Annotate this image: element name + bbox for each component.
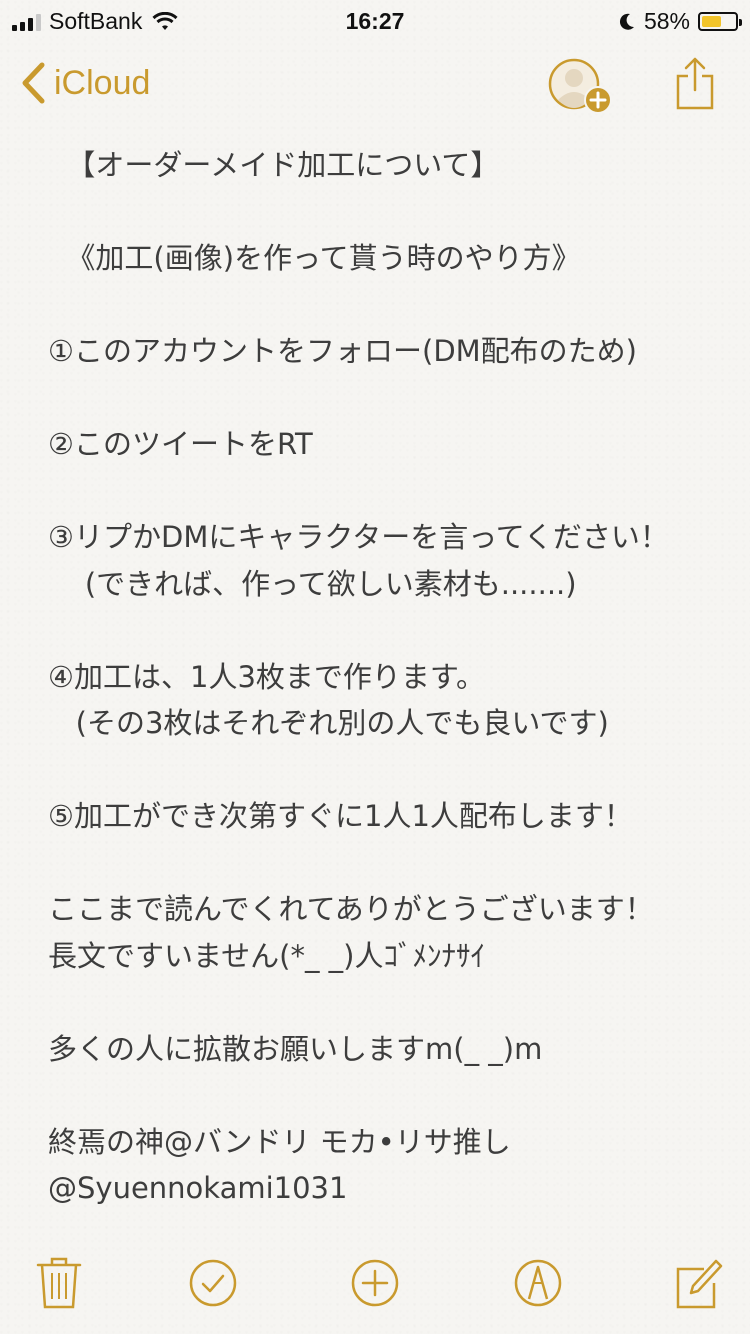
note-line: 《加工(画像)を作って貰う時のやり方》 [48,241,581,275]
note-line [48,1072,728,1119]
note-line: 【オーダーメイド加工について】 [48,148,500,182]
note-body[interactable]: 【オーダーメイド加工について】 《加工(画像)を作って貰う時のやり方》 ①このアカ… [48,142,728,1212]
checkmark-icon[interactable] [188,1255,238,1311]
note-line [48,282,728,329]
battery-fill [702,16,721,27]
compose-icon[interactable] [674,1255,724,1311]
note-line [48,747,728,794]
back-label: iCloud [54,63,151,102]
status-bar: SoftBank 16:27 58% [0,0,750,40]
note-line: (その3枚はそれぞれ別の人でも良いです) [48,706,609,740]
note-line: ⑤加工ができ次第すぐに1人1人配布します！ [48,799,633,833]
note-line [48,375,728,422]
note-line [48,607,728,654]
status-right: 58% [618,8,742,35]
note-line [48,840,728,887]
note-line [48,189,728,236]
note-line: ②このツイートをRT [48,427,313,461]
battery-icon [698,12,742,31]
note-line: ④加工は、1人3枚まで作ります。 [48,659,486,694]
chevron-left-icon [22,62,45,104]
share-icon[interactable] [674,56,716,110]
trash-icon[interactable] [34,1255,84,1311]
note-line: 多くの人に拡散お願いしますm(_ _)m [48,1031,543,1066]
note-line [48,979,728,1026]
note-line: 長文ですいません(*_ _)人ｺﾞﾒﾝﾅｻｲ [48,938,485,973]
note-line: ①このアカウントをフォロー(DM配布のため) [48,334,637,368]
bottom-toolbar [0,1255,750,1315]
navigation-bar: iCloud [0,50,750,120]
plus-icon[interactable] [350,1255,400,1311]
note-line [48,468,728,515]
add-person-icon[interactable] [548,58,614,116]
back-button[interactable]: iCloud [20,62,150,104]
note-line: ③リプかDMにキャラクターを言ってください！ [48,520,669,554]
note-line: (できれば、作って欲しい素材も.......) [48,566,577,601]
note-line: 終焉の神@バンドリ モカ•リサ推し [48,1124,511,1159]
note-line: @Syuennokami1031 [48,1171,348,1205]
moon-icon [619,13,634,30]
battery-percent: 58% [643,8,690,34]
note-line: ここまで読んでくれてありがとうございます！ [48,892,654,926]
sketch-icon[interactable] [513,1255,563,1311]
